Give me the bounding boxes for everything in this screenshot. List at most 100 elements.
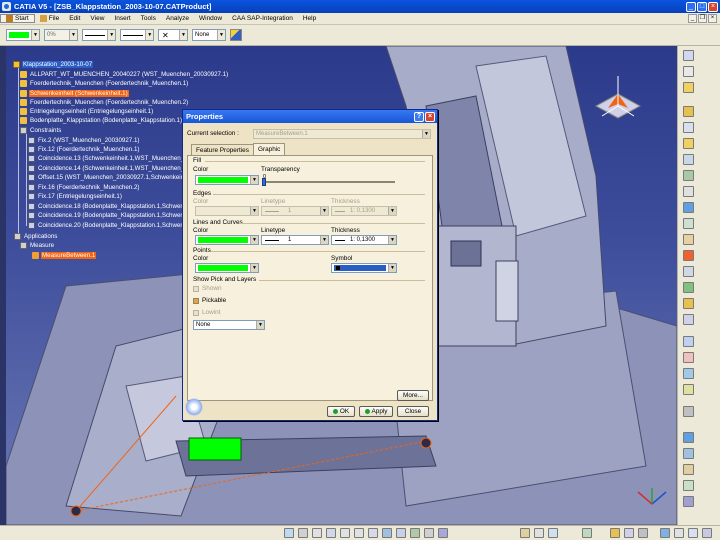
constraint-tool-icon[interactable] [683,154,694,165]
formula-icon[interactable] [624,528,634,538]
sap-icon[interactable] [660,528,670,538]
settings-icon[interactable] [702,528,712,538]
measure-item-icon[interactable] [683,448,694,459]
layer-combo[interactable]: None ▼ [192,29,226,41]
contact-icon[interactable] [683,234,694,245]
distance-icon[interactable] [683,384,694,395]
measure-inertia-icon[interactable] [683,464,694,475]
maximize-button[interactable]: □ [697,1,707,12]
fly-mode-icon[interactable] [284,528,294,538]
transparency-combo[interactable]: 0% ▼ [44,29,78,41]
minimize-button[interactable]: _ [686,1,696,12]
tab-feature-properties[interactable]: Feature Properties [191,144,254,155]
tree-item-entriegelung[interactable]: Entriegelungseinheit (Entriegelungseinhe… [20,107,154,116]
knowledge-icon[interactable] [610,528,620,538]
constraint-item[interactable]: Coincidence.19 (Bodenplatte_Klappstation… [28,211,193,220]
layer-combo[interactable]: None ▼ [193,320,265,330]
lowint-checkbox[interactable] [193,310,199,316]
constraint-item[interactable]: Offset.15 (WST_Muenchen_20030927.1,Schwe… [28,173,197,182]
hide-show-icon[interactable] [424,528,434,538]
scene-icon[interactable] [683,496,694,507]
swap-space-icon[interactable] [438,528,448,538]
catalog-browser-icon[interactable] [548,528,558,538]
rotate-icon[interactable] [326,528,336,538]
coincidence-icon[interactable] [683,218,694,229]
constraint-item[interactable]: Fix.16 (Foerdertechnik_Muenchen.2) [28,183,140,192]
cursor-icon[interactable] [683,50,694,61]
measure-between-icon[interactable] [683,432,694,443]
angle-icon[interactable] [683,266,694,277]
bom-icon[interactable] [520,528,530,538]
constraint-item[interactable]: Coincidence.14 (Schwenkeinheit.1,WST_Mue… [28,164,196,173]
fill-color-combo[interactable]: ▼ [195,175,259,185]
catia-app-icon[interactable] [2,2,11,11]
manipulate-icon[interactable] [683,186,694,197]
zoom-out-icon[interactable] [354,528,364,538]
pan-icon[interactable] [312,528,322,538]
menu-start[interactable]: Start [0,14,35,23]
constraint-item[interactable]: Coincidence.20 (Bodenplatte_Klappstation… [28,221,193,230]
constraint-item[interactable]: Coincidence.13 (Schwenkeinheit.1,WST_Mue… [28,154,196,163]
dialog-title-bar[interactable]: Properties ? × [183,110,437,123]
constraint-item[interactable]: Fix.12 (Foerdertechnik_Muenchen.1) [28,145,140,154]
lines-color-combo[interactable]: ▼ [195,235,259,245]
macro-icon[interactable] [582,528,592,538]
transparency-slider-thumb[interactable] [262,178,266,186]
normal-view-icon[interactable] [368,528,378,538]
fit-all-icon[interactable] [298,528,308,538]
help-icon[interactable] [688,528,698,538]
annotation-icon[interactable] [683,406,694,417]
tree-root[interactable]: Klappstation_2003-10-07 [13,60,94,69]
fix-icon[interactable] [683,282,694,293]
multi-view-icon[interactable] [382,528,392,538]
lines-thickness-combo[interactable]: 1: 0,1300 ▼ [331,235,397,245]
edges-linetype-combo[interactable]: 1 ▼ [261,206,329,216]
menu-view[interactable]: View [85,15,109,22]
point-symbol-combo[interactable]: ✕ ▼ [158,29,188,41]
info-icon[interactable] [674,528,684,538]
menu-edit[interactable]: Edit [64,15,85,22]
offset-icon[interactable] [683,250,694,261]
scenes-icon[interactable] [534,528,544,538]
close-button[interactable]: Close [397,406,429,417]
section-icon[interactable] [683,368,694,379]
edges-color-combo[interactable]: ▼ [195,206,259,216]
catalog-icon[interactable] [683,480,694,491]
snap-icon[interactable] [683,170,694,181]
tree-applications[interactable]: Applications [14,232,58,241]
more-button[interactable]: More... [397,390,429,401]
apply-button[interactable]: Apply [359,406,393,417]
linetype-combo[interactable]: ▼ [120,29,154,41]
menu-help[interactable]: Help [298,15,321,22]
tree-item-allpart[interactable]: ALLPART_WT_MUENCHEN_20040227 (WST_Muench… [20,70,229,79]
menu-analyze[interactable]: Analyze [161,15,194,22]
menu-insert[interactable]: Insert [109,15,135,22]
quick-constraint-icon[interactable] [683,314,694,325]
tree-measurebetween[interactable]: MeasureBetween.1 [32,251,97,260]
fix-together-icon[interactable] [683,298,694,309]
painter-icon[interactable] [230,29,242,41]
constraint-item[interactable]: Fix.17 (Entriegelungseinheit.1) [28,192,123,201]
transparency-slider-track[interactable] [263,181,395,183]
doc-restore-button[interactable]: ❐ [698,14,707,23]
doc-minimize-button[interactable]: _ [688,14,697,23]
menu-file[interactable]: File [35,15,64,22]
menu-caa-sap[interactable]: CAA SAP-Integration [227,15,298,22]
doc-close-button[interactable]: × [708,14,717,23]
edges-thickness-combo[interactable]: 1: 0,1300 ▼ [331,206,397,216]
design-table-icon[interactable] [638,528,648,538]
tree-item-bodenplatte[interactable]: Bodenplatte_Klappstation (Bodenplatte_Kl… [20,116,183,125]
explode-icon[interactable] [683,202,694,213]
menu-window[interactable]: Window [194,15,227,22]
compass-icon[interactable] [594,76,642,119]
tab-graphic[interactable]: Graphic [253,143,286,155]
iso-view-icon[interactable] [396,528,406,538]
tree-item-schwenkeinheit[interactable]: Schwenkeinheit (Schwenkeinheit.1) [20,89,129,98]
fill-color-combo[interactable]: ▼ [6,29,40,41]
select-icon[interactable] [683,66,694,77]
close-window-button[interactable]: × [708,1,718,12]
shown-checkbox[interactable] [193,286,199,292]
tree-measure[interactable]: Measure [20,241,55,250]
pickable-checkbox[interactable] [193,298,199,304]
tree-item-foerdertechnik-2[interactable]: Foerdertechnik_Muenchen (Foerdertechnik_… [20,98,189,107]
